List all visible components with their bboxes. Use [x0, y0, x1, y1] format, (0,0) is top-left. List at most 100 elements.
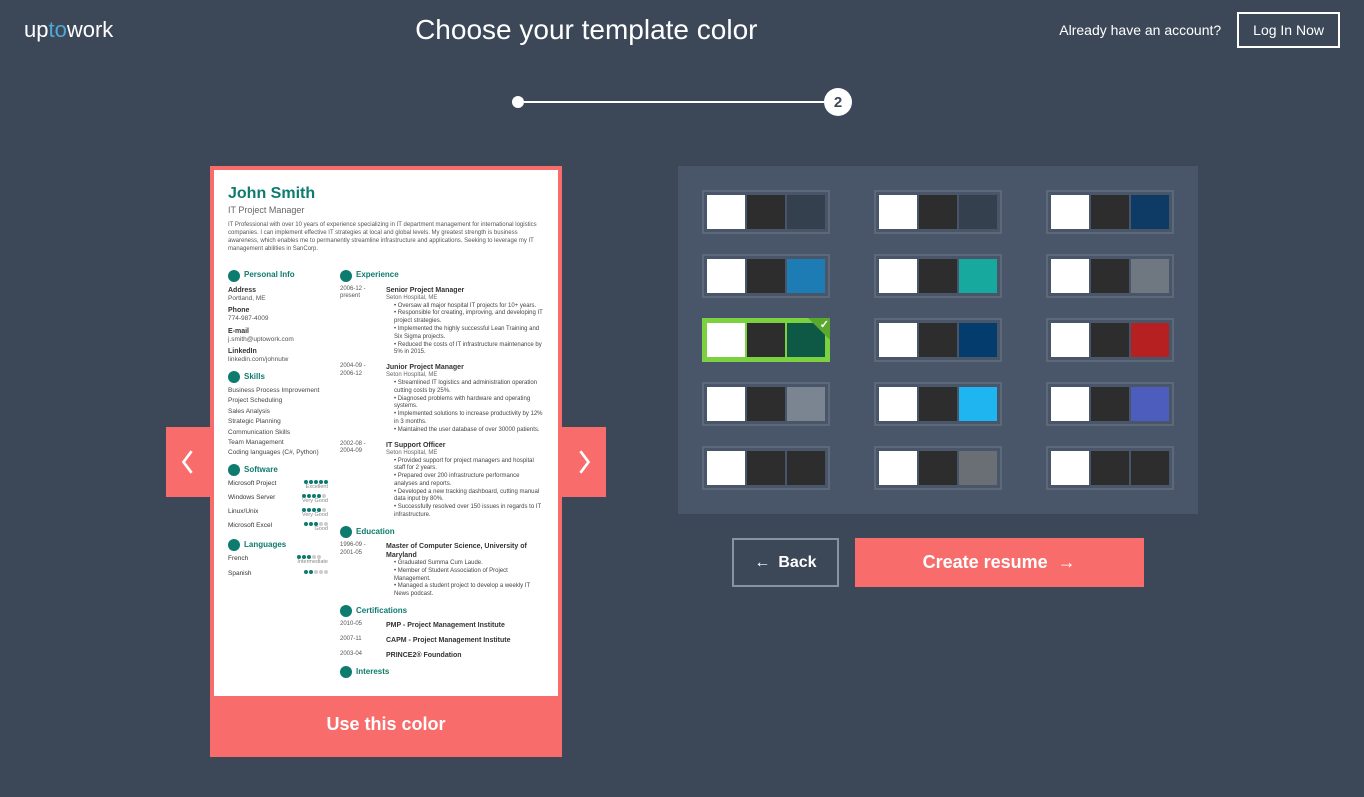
- color-swatch: [787, 451, 825, 485]
- color-swatch: [1131, 323, 1169, 357]
- back-label: Back: [778, 554, 816, 572]
- color-option[interactable]: [702, 446, 830, 490]
- step-2-circle: 2: [824, 88, 852, 116]
- color-picker-grid: [678, 166, 1198, 514]
- rated-item: FrenchIntermediate: [228, 555, 328, 566]
- color-swatch: [919, 195, 957, 229]
- sec-certifications: Certifications: [356, 606, 407, 616]
- color-option[interactable]: [874, 382, 1002, 426]
- skill-item: Project Scheduling: [228, 397, 328, 405]
- color-swatch: [787, 195, 825, 229]
- logo[interactable]: uptowork: [24, 17, 113, 43]
- chevron-right-icon: [575, 448, 593, 476]
- color-swatch: [1131, 195, 1169, 229]
- info-label: LinkedIn: [228, 347, 328, 356]
- rated-item: Microsoft ProjectExcellent: [228, 480, 328, 491]
- sec-skills: Skills: [244, 372, 265, 382]
- sec-software: Software: [244, 465, 278, 475]
- color-swatch: [1131, 451, 1169, 485]
- color-option[interactable]: [1046, 446, 1174, 490]
- color-swatch: [1051, 387, 1089, 421]
- color-option[interactable]: [874, 190, 1002, 234]
- info-value: 774-987-4009: [228, 315, 328, 323]
- account-prompt: Already have an account?: [1059, 22, 1221, 38]
- color-swatch: [919, 323, 957, 357]
- color-swatch: [959, 195, 997, 229]
- color-swatch: [707, 259, 745, 293]
- back-button[interactable]: ← Back: [732, 538, 838, 587]
- color-option[interactable]: [1046, 318, 1174, 362]
- color-option[interactable]: [702, 190, 830, 234]
- color-swatch: [959, 323, 997, 357]
- color-option[interactable]: [702, 318, 830, 362]
- arrow-left-icon: ←: [754, 554, 770, 572]
- color-option[interactable]: [874, 446, 1002, 490]
- color-swatch: [1131, 259, 1169, 293]
- list-item: 2002-08 - 2004-09IT Support OfficerSeton…: [340, 441, 544, 520]
- color-swatch: [879, 195, 917, 229]
- color-swatch: [1091, 323, 1129, 357]
- resume-preview: John Smith IT Project Manager IT Profess…: [214, 170, 558, 696]
- color-swatch: [787, 259, 825, 293]
- list-item: 2007-11CAPM - Project Management Institu…: [340, 636, 544, 645]
- color-swatch: [1091, 195, 1129, 229]
- info-label: Address: [228, 286, 328, 295]
- logo-work: work: [67, 17, 113, 42]
- logo-to: to: [48, 17, 66, 42]
- info-value: j.smith@uptowork.com: [228, 336, 328, 344]
- color-swatch: [747, 259, 785, 293]
- color-swatch: [707, 387, 745, 421]
- color-option[interactable]: [702, 254, 830, 298]
- color-option[interactable]: [1046, 382, 1174, 426]
- color-swatch: [959, 451, 997, 485]
- skill-item: Coding languages (C#, Python): [228, 449, 328, 457]
- color-option[interactable]: [1046, 254, 1174, 298]
- rated-item: Linux/UnixVery Good: [228, 508, 328, 519]
- color-swatch: [919, 387, 957, 421]
- color-swatch: [879, 323, 917, 357]
- color-option[interactable]: [874, 254, 1002, 298]
- create-label: Create resume: [923, 552, 1048, 573]
- stepper: 2: [0, 88, 1364, 116]
- color-swatch: [707, 195, 745, 229]
- skill-item: Business Process Improvement: [228, 387, 328, 395]
- step-1-dot: [512, 96, 524, 108]
- skill-item: Communication Skills: [228, 429, 328, 437]
- template-preview: John Smith IT Project Manager IT Profess…: [166, 166, 606, 757]
- prev-template-button[interactable]: [166, 427, 210, 497]
- color-swatch: [919, 259, 957, 293]
- list-item: 2010-05PMP - Project Management Institut…: [340, 621, 544, 630]
- login-button[interactable]: Log In Now: [1237, 12, 1340, 48]
- color-swatch: [1051, 195, 1089, 229]
- chevron-left-icon: [179, 448, 197, 476]
- list-item: 2004-09 - 2006-12Junior Project ManagerS…: [340, 363, 544, 434]
- arrow-right-icon: →: [1058, 552, 1076, 573]
- resume-name: John Smith: [228, 184, 544, 205]
- info-value: Portland, ME: [228, 295, 328, 303]
- resume-summary: IT Professional with over 10 years of ex…: [228, 222, 544, 253]
- color-swatch: [1091, 259, 1129, 293]
- color-swatch: [707, 323, 745, 357]
- logo-up: up: [24, 17, 48, 42]
- color-swatch: [959, 387, 997, 421]
- use-this-color-button[interactable]: Use this color: [214, 696, 558, 753]
- list-item: 1996-09 - 2001-05Master of Computer Scie…: [340, 542, 544, 599]
- rated-item: Spanish: [228, 570, 328, 578]
- color-swatch: [747, 195, 785, 229]
- color-option[interactable]: [1046, 190, 1174, 234]
- color-swatch: [747, 451, 785, 485]
- info-label: E-mail: [228, 327, 328, 336]
- next-template-button[interactable]: [562, 427, 606, 497]
- skill-item: Strategic Planning: [228, 418, 328, 426]
- color-option[interactable]: [874, 318, 1002, 362]
- rated-item: Windows ServerVery Good: [228, 494, 328, 505]
- create-resume-button[interactable]: Create resume →: [855, 538, 1144, 587]
- info-label: Phone: [228, 306, 328, 315]
- color-swatch: [787, 387, 825, 421]
- skill-item: Sales Analysis: [228, 408, 328, 416]
- color-swatch: [747, 387, 785, 421]
- list-item: 2006-12 - presentSenior Project ManagerS…: [340, 286, 544, 357]
- color-option[interactable]: [702, 382, 830, 426]
- color-swatch: [1051, 259, 1089, 293]
- page-title: Choose your template color: [113, 14, 1059, 46]
